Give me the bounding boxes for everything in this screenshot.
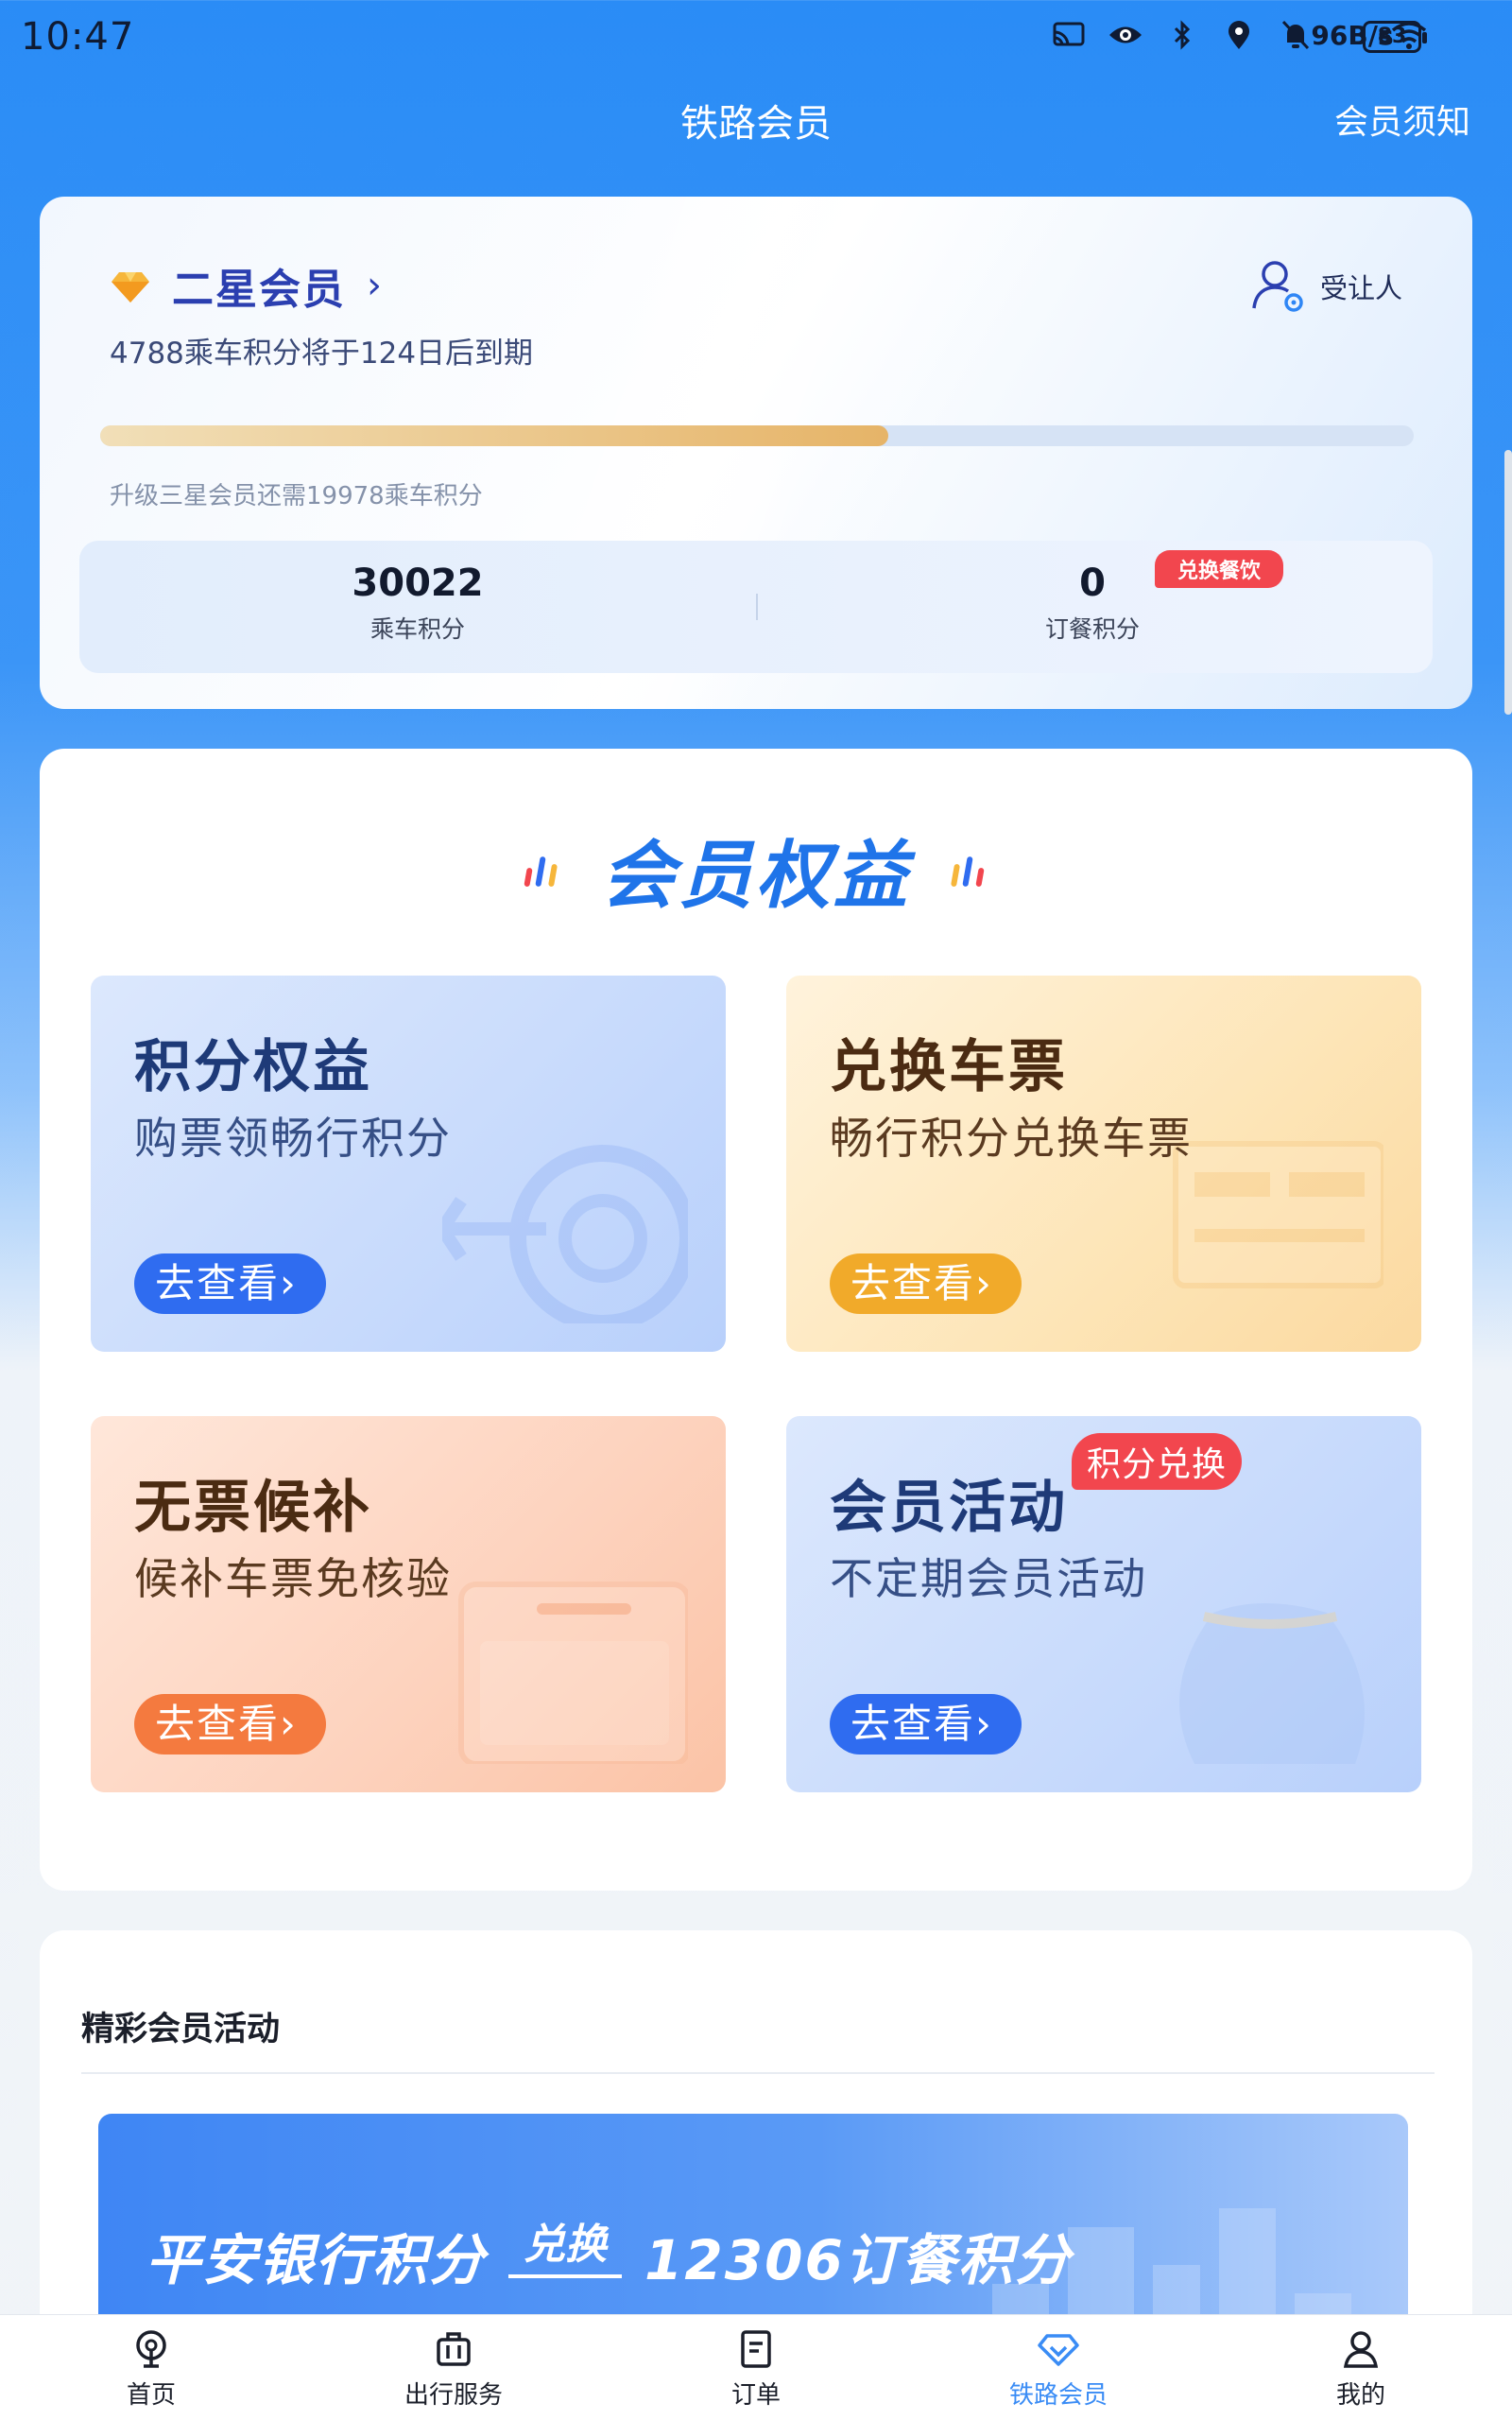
bottom-navigation: 首页 出行服务 订单 铁路会员 我的 (0, 2314, 1512, 2420)
nav-mine[interactable]: 我的 (1285, 2328, 1436, 2411)
activities-title: 精彩会员活动 (81, 2011, 281, 2048)
page-title: 铁路会员 (680, 102, 832, 146)
banner-text: 平安银行积分 兑换 12306订餐积分 (146, 2216, 1072, 2295)
eye-icon (1108, 17, 1143, 53)
benefits-title: 会员权益 (600, 834, 911, 919)
points-benefit-tile[interactable]: 积分权益 购票领畅行积分 去查看› (91, 976, 726, 1352)
diamond-icon (1038, 2334, 1079, 2366)
tile-subtitle: 购票领畅行积分 (134, 1113, 452, 1164)
ride-points-label: 乘车积分 (369, 615, 465, 643)
meal-points-label: 订餐积分 (1044, 615, 1140, 643)
benefits-section: 会员权益 积分权益 购票领畅行积分 去查看› 兑换车票 畅行积分兑换车票 去查看… (40, 749, 1472, 1891)
battery-indicator: 83 (1363, 21, 1427, 53)
status-time: 10:47 (21, 15, 135, 59)
tile-title: 兑换车票 (830, 1034, 1068, 1100)
nav-orders[interactable]: 订单 (680, 2328, 832, 2411)
exchange-ticket-tile[interactable]: 兑换车票 畅行积分兑换车票 去查看› (786, 976, 1421, 1352)
nav-label: 首页 (126, 2381, 176, 2410)
view-exchange-ticket-button[interactable]: 去查看› (830, 1253, 1022, 1314)
nav-label: 我的 (1335, 2381, 1385, 2410)
app-header: 铁路会员 会员须知 (0, 85, 1512, 151)
tile-subtitle: 畅行积分兑换车票 (830, 1113, 1193, 1164)
divider (81, 2072, 1435, 2074)
bars-decoration-icon (524, 856, 558, 887)
nav-label: 出行服务 (404, 2381, 503, 2410)
beneficiary-settings-icon (1252, 261, 1303, 312)
beneficiary-button[interactable]: 受让人 (1248, 255, 1402, 318)
tile-subtitle: 不定期会员活动 (830, 1553, 1147, 1604)
member-level: 二星会员 (172, 266, 346, 314)
redeem-meal-badge[interactable]: 兑换餐饮 (1155, 550, 1284, 588)
banner-left-text: 平安银行积分 (146, 2228, 487, 2292)
upgrade-hint: 升级三星会员还需19978乘车积分 (110, 482, 483, 510)
mute-bell-icon (1278, 17, 1314, 53)
tile-title: 无票候补 (134, 1475, 372, 1541)
tile-subtitle: 候补车票免核验 (134, 1553, 452, 1604)
waitlist-tile[interactable]: 无票候补 候补车票免核验 去查看› (91, 1416, 726, 1792)
member-card: 二星会员 › 4788乘车积分将于124日后到期 受让人 升级三星会员还需199… (40, 197, 1472, 709)
nav-label: 订单 (730, 2381, 781, 2410)
points-exchange-badge[interactable]: 积分兑换 (1072, 1433, 1243, 1490)
cast-icon (1051, 17, 1087, 53)
location-icon (1221, 17, 1257, 53)
beneficiary-label: 受让人 (1319, 272, 1402, 304)
bluetooth-icon (1164, 17, 1200, 53)
railway-logo-icon (442, 1145, 688, 1323)
banner-mid-text: 兑换 (508, 2210, 623, 2278)
member-level-link[interactable]: 二星会员 › (110, 255, 382, 316)
view-points-benefit-button[interactable]: 去查看› (134, 1253, 326, 1314)
upgrade-progress-fill (100, 425, 888, 446)
points-expire-text: 4788乘车积分将于124日后到期 (110, 337, 534, 371)
chevron-right-icon: › (367, 264, 382, 307)
scrollbar[interactable] (1504, 450, 1512, 715)
tile-title: 积分权益 (134, 1034, 372, 1100)
ride-points-value: 30022 (352, 562, 484, 605)
ride-points[interactable]: 30022 乘车积分 (229, 562, 607, 645)
nav-railway-member[interactable]: 铁路会员 (983, 2328, 1134, 2411)
view-member-activity-button[interactable]: 去查看› (830, 1694, 1022, 1754)
train-ticket-icon (458, 1582, 688, 1764)
nav-label: 铁路会员 (1008, 2381, 1108, 2410)
member-notice-link[interactable]: 会员须知 (1334, 95, 1470, 144)
points-divider (756, 594, 758, 620)
tile-title: 会员活动 (830, 1475, 1068, 1541)
points-summary: 30022 乘车积分 0 订餐积分 兑换餐饮 (79, 541, 1433, 673)
upgrade-progress-bar (100, 425, 1414, 446)
user-icon (1343, 2331, 1379, 2368)
banner-right-text: 12306订餐积分 (644, 2228, 1072, 2292)
diamond-icon (112, 272, 149, 302)
bars-decoration-icon (951, 856, 985, 887)
money-bag-icon (1179, 1603, 1365, 1764)
benefits-title-row: 会员权益 (40, 817, 1472, 923)
nav-travel-service[interactable]: 出行服务 (378, 2328, 529, 2411)
home-icon (136, 2330, 166, 2368)
luggage-icon (437, 2332, 471, 2366)
status-bar: 10:47 96 B/s 83 (0, 0, 1512, 76)
nav-home[interactable]: 首页 (76, 2328, 227, 2411)
order-icon (741, 2330, 771, 2368)
view-waitlist-button[interactable]: 去查看› (134, 1694, 326, 1754)
